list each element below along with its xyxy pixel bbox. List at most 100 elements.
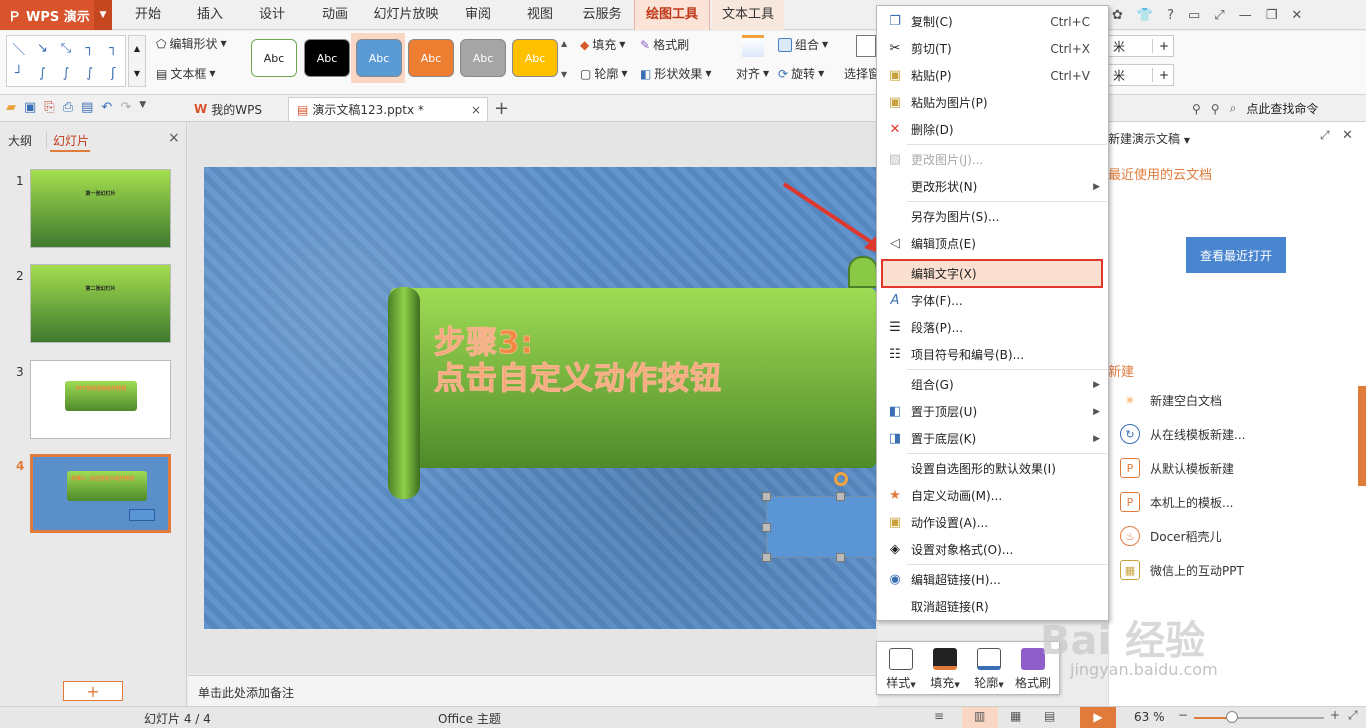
height-field[interactable]: 米 + (1108, 35, 1174, 57)
elbow-arrow-icon[interactable]: ┐ (109, 41, 117, 56)
tab-insert[interactable]: 插入 (180, 0, 240, 30)
wechat-ppt-item[interactable]: ▦ 微信上的互动PPT (1120, 560, 1244, 580)
slide-thumbnail-1[interactable]: 第一张幻灯片 (30, 169, 171, 248)
zoom-out-icon[interactable]: − (1178, 708, 1188, 722)
zoom-in-icon[interactable]: + (1330, 708, 1340, 722)
menu-item-edit-points[interactable]: ◁ 编辑顶点(E) (877, 230, 1108, 257)
menu-item-send-to-back[interactable]: ◨ 置于底层(K) ▶ (877, 425, 1108, 452)
tab-animation[interactable]: 动画 (305, 0, 365, 30)
menu-item-copy[interactable]: ❐ 复制(C) Ctrl+C (877, 8, 1108, 35)
slide-thumbnail-3[interactable]: PPT如何添加动作按钮 (30, 360, 171, 439)
close-tab-icon[interactable]: × (471, 103, 481, 117)
menu-item-delete[interactable]: ✕ 删除(D) (877, 116, 1108, 143)
fit-window-icon[interactable]: ⤢ (1348, 708, 1358, 723)
gallery-scroll[interactable]: ▲ ▼ (128, 35, 146, 87)
action-button-shape[interactable] (766, 496, 878, 558)
chevron-up-icon[interactable]: ▲ (134, 44, 140, 53)
width-field[interactable]: 米 + (1108, 64, 1174, 86)
close-panel-icon[interactable]: × (168, 130, 180, 146)
width-increase-button[interactable]: + (1151, 68, 1169, 82)
style-scroll[interactable]: ▲ ▼ (561, 39, 571, 79)
mini-style-button[interactable]: 样式▼ (879, 646, 923, 691)
minimize-icon[interactable]: — (1239, 8, 1252, 23)
command-search[interactable]: 点此查找命令 (1246, 100, 1318, 117)
menu-item-custom-animation[interactable]: ★ 自定义动画(M)... (877, 482, 1108, 509)
align-button[interactable]: 对齐 ▼ (736, 65, 769, 82)
play-slideshow-button[interactable]: ▶ (1080, 707, 1116, 728)
menu-item-paste[interactable]: ▣ 粘贴(P) Ctrl+V (877, 62, 1108, 89)
menu-item-bring-to-front[interactable]: ◧ 置于顶层(U) ▶ (877, 398, 1108, 425)
menu-item-action-settings[interactable]: ▣ 动作设置(A)... (877, 509, 1108, 536)
add-slide-button[interactable]: + (63, 681, 123, 701)
resize-handle[interactable] (762, 553, 771, 562)
zoom-slider-thumb[interactable] (1226, 711, 1238, 723)
mini-outline-button[interactable]: 轮廓▼ (967, 646, 1011, 691)
tab-slides[interactable]: 幻灯片 (46, 132, 89, 149)
docer-item[interactable]: ♨ Docer稻壳儿 (1120, 526, 1222, 546)
slide-thumbnail-2[interactable]: 第二张幻灯片 (30, 264, 171, 343)
mini-fill-button[interactable]: 填充▼ (923, 646, 967, 691)
print-preview-icon[interactable]: ▤ (81, 100, 93, 115)
local-template-item[interactable]: P 本机上的模板... (1120, 492, 1233, 512)
style-white[interactable]: Abc (251, 39, 297, 77)
search-icon[interactable]: ⌕ (1230, 101, 1237, 116)
new-doc-header[interactable]: 新建演示文稿 ▼ (1108, 130, 1190, 147)
curve-connector-icon[interactable]: ∫ (39, 66, 46, 81)
selection-pane-button[interactable]: 选择窗 (844, 65, 880, 82)
group-button[interactable]: 组合 ▼ (778, 36, 828, 53)
tab-drawing-tools[interactable]: 绘图工具 (634, 0, 710, 30)
shape-effect-button[interactable]: ◧ 形状效果 ▼ (640, 65, 712, 82)
menu-item-change-shape[interactable]: 更改形状(N) ▶ (877, 173, 1108, 200)
tab-home[interactable]: 开始 (120, 0, 176, 30)
tab-mywps[interactable]: W 我的WPS (186, 97, 270, 121)
menu-item-paragraph[interactable]: ☰ 段落(P)... (877, 314, 1108, 341)
skin-icon[interactable]: ✿ (1112, 8, 1123, 23)
menu-item-default-effect[interactable]: 设置自选图形的默认效果(I) (877, 455, 1108, 482)
resize-handle[interactable] (836, 492, 845, 501)
menu-item-paste-as-picture[interactable]: ▣ 粘贴为图片(P) (877, 89, 1108, 116)
tab-current-document[interactable]: ▤ 演示文稿123.pptx * × (288, 97, 488, 121)
help-icon[interactable]: ? (1167, 8, 1174, 23)
normal-view-button[interactable]: ▥ (962, 707, 998, 728)
chevron-down-icon[interactable]: ▼ (94, 0, 112, 30)
outline-button[interactable]: ▢ 轮廓 ▼ (580, 65, 628, 82)
menu-item-edit-text[interactable]: 编辑文字(X) (881, 259, 1103, 288)
tab-text-tools[interactable]: 文本工具 (712, 0, 784, 30)
tab-view[interactable]: 视图 (510, 0, 570, 30)
unpin-icon[interactable]: ⚲ (1211, 102, 1220, 116)
freeform-icon[interactable]: ʃ (111, 66, 115, 81)
chevron-down-icon[interactable]: ▼ (139, 100, 146, 115)
chevron-up-icon[interactable]: ▲ (561, 39, 571, 48)
selection-pane-icon[interactable] (856, 35, 876, 57)
shape-gallery[interactable]: ＼ ↘ ⤡ ┐ ┐ ┘ ∫ ∫ ∫ ʃ (6, 35, 126, 87)
tab-design[interactable]: 设计 (242, 0, 302, 30)
chevron-down-icon[interactable]: ▼ (134, 69, 140, 78)
redo-icon[interactable]: ↷ (120, 100, 131, 115)
reading-view-icon[interactable]: ▤ (1044, 709, 1055, 723)
undo-icon[interactable]: ↶ (101, 100, 112, 115)
elbow-connector-icon[interactable]: ┐ (86, 41, 94, 56)
notes-toggle-icon[interactable]: ≡ (934, 709, 944, 723)
fill-button[interactable]: ◆ 填充 ▼ (580, 36, 625, 53)
menu-item-save-as-picture[interactable]: 另存为图片(S)... (877, 203, 1108, 230)
align-icon[interactable] (742, 35, 764, 57)
slide-title-text[interactable]: 步骤3: 点击自定义动作按钮 (434, 325, 722, 398)
notes-input[interactable]: 单击此处添加备注 (188, 675, 878, 706)
textbox-button[interactable]: ▤ 文本框 ▼ (156, 65, 216, 82)
new-tab-button[interactable]: + (494, 98, 509, 119)
tab-slideshow[interactable]: 幻灯片放映 (368, 0, 444, 30)
style-orange[interactable]: Abc (408, 39, 454, 77)
height-increase-button[interactable]: + (1151, 39, 1169, 53)
menu-item-bullets[interactable]: ☷ 项目符号和编号(B)... (877, 341, 1108, 368)
open-folder-icon[interactable]: ▰ (6, 100, 16, 115)
tab-review[interactable]: 审阅 (448, 0, 508, 30)
style-gray[interactable]: Abc (460, 39, 506, 77)
menu-item-font[interactable]: A 字体(F)... (877, 287, 1108, 314)
tab-cloud[interactable]: 云服务 (572, 0, 632, 30)
line-icon[interactable]: ＼ (12, 39, 25, 58)
style-gold[interactable]: Abc (512, 39, 558, 77)
style-black[interactable]: Abc (304, 39, 350, 77)
arrow-line-icon[interactable]: ↘ (37, 41, 48, 56)
rotate-handle[interactable] (834, 472, 848, 486)
app-logo-button[interactable]: Ｐ WPS 演示 ▼ (0, 0, 112, 30)
